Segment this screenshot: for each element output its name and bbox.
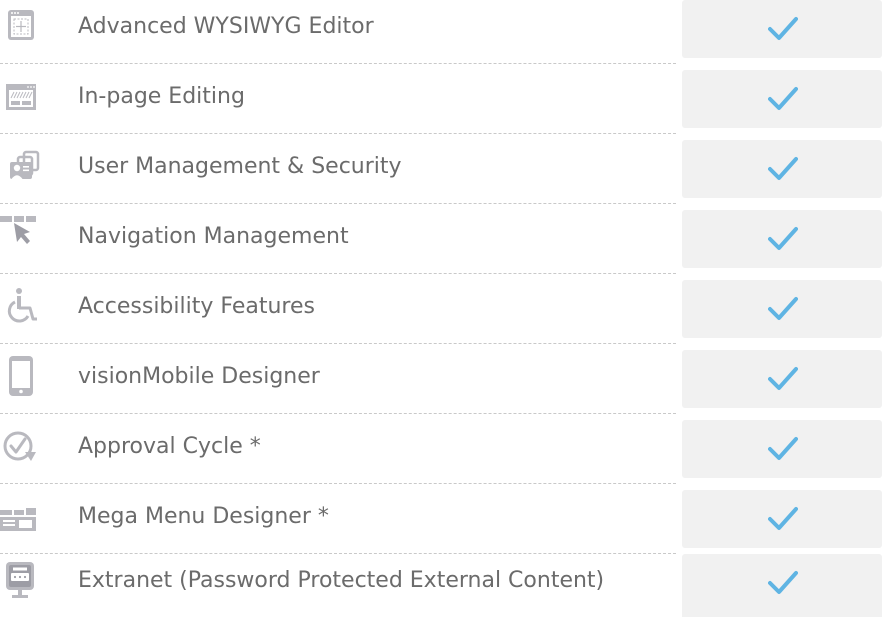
feature-list: Advanced WYSIWYG Editor In-page Editing …: [0, 0, 884, 618]
wheelchair-icon: [0, 286, 40, 326]
checkmark-icon: [768, 157, 798, 180]
row-divider: [0, 343, 676, 344]
feature-label: Accessibility Features: [78, 294, 315, 319]
feature-label: Navigation Management: [78, 224, 349, 249]
checkmark-icon: [768, 367, 798, 390]
feature-label: Advanced WYSIWYG Editor: [78, 14, 374, 39]
approval-cycle-icon: [0, 426, 40, 466]
mobile-phone-icon: [0, 356, 40, 396]
feature-included-cell: [682, 420, 882, 478]
feature-row: Extranet (Password Protected External Co…: [0, 554, 884, 624]
feature-row: Accessibility Features: [0, 280, 884, 350]
feature-row: In-page Editing: [0, 70, 884, 140]
feature-row: visionMobile Designer: [0, 350, 884, 420]
feature-label: User Management & Security: [78, 154, 402, 179]
row-divider: [0, 483, 676, 484]
checkmark-icon: [768, 571, 798, 594]
checkmark-icon: [768, 507, 798, 530]
checkmark-icon: [768, 17, 798, 40]
in-page-editing-icon: [0, 76, 40, 116]
wysiwyg-editor-icon: [0, 6, 40, 46]
feature-row: Approval Cycle *: [0, 420, 884, 490]
checkmark-icon: [768, 87, 798, 110]
feature-included-cell: [682, 280, 882, 338]
feature-included-cell: [682, 210, 882, 268]
feature-included-cell: [682, 490, 882, 548]
feature-row: User Management & Security: [0, 140, 884, 210]
row-divider: [0, 203, 676, 204]
navigation-cursor-icon: [0, 216, 40, 256]
row-divider: [0, 133, 676, 134]
user-management-icon: [0, 146, 40, 186]
feature-row: Mega Menu Designer *: [0, 490, 884, 560]
feature-label: Approval Cycle *: [78, 434, 261, 459]
feature-included-cell: [682, 554, 882, 617]
feature-included-cell: [682, 70, 882, 128]
feature-label: In-page Editing: [78, 84, 245, 109]
feature-row: Advanced WYSIWYG Editor: [0, 0, 884, 70]
feature-included-cell: [682, 0, 882, 58]
row-divider: [0, 273, 676, 274]
login-screen-icon: [0, 560, 40, 600]
mega-menu-icon: [0, 496, 40, 536]
checkmark-icon: [768, 297, 798, 320]
feature-included-cell: [682, 140, 882, 198]
feature-label: Extranet (Password Protected External Co…: [78, 568, 605, 593]
checkmark-icon: [768, 227, 798, 250]
checkmark-icon: [768, 437, 798, 460]
feature-included-cell: [682, 350, 882, 408]
row-divider: [0, 63, 676, 64]
feature-label: visionMobile Designer: [78, 364, 320, 389]
feature-row: Navigation Management: [0, 210, 884, 280]
feature-label: Mega Menu Designer *: [78, 504, 329, 529]
row-divider: [0, 413, 676, 414]
